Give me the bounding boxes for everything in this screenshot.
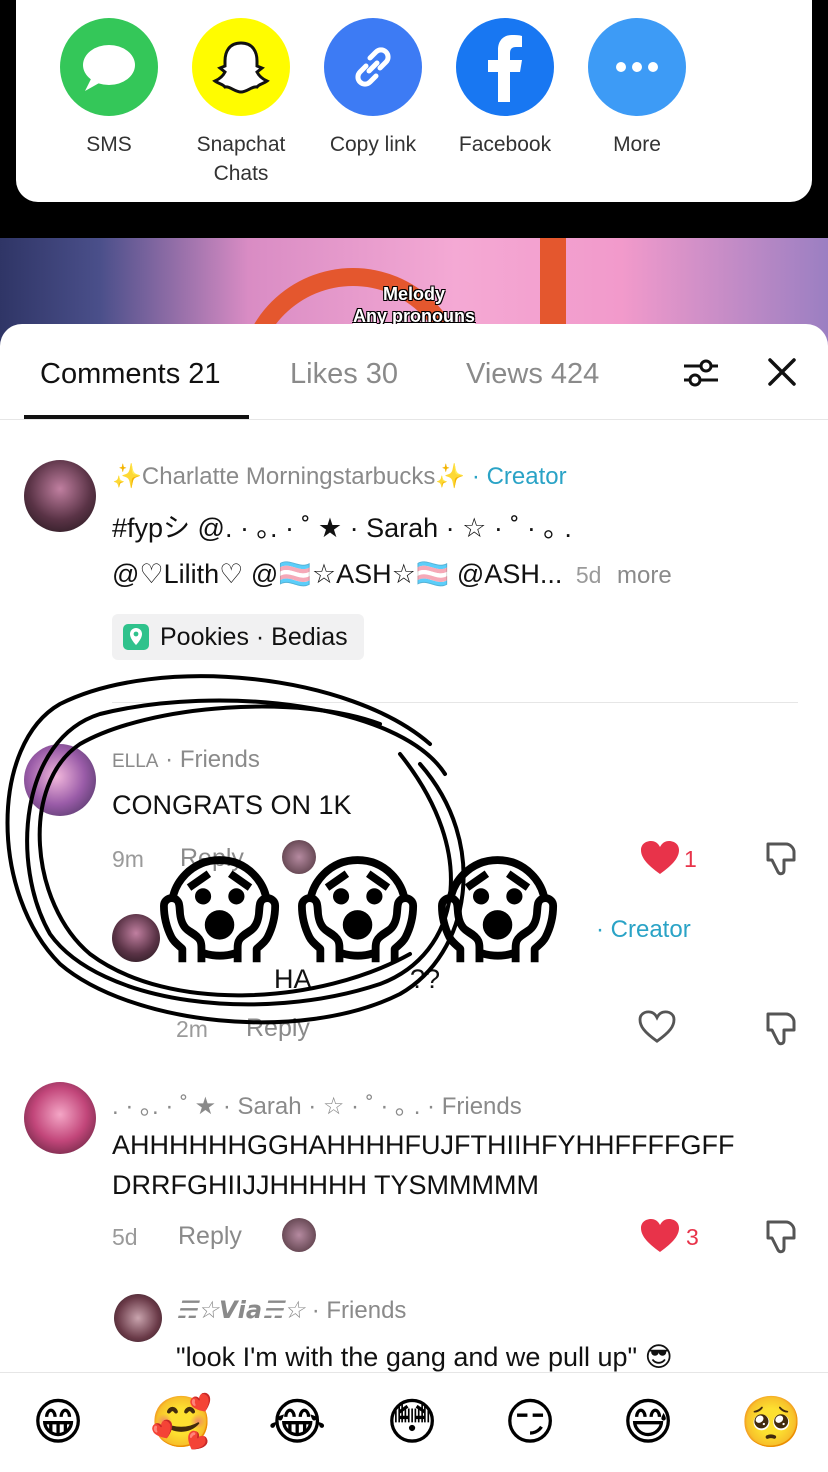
screaming-emoji-overlay: 😱 bbox=[296, 845, 420, 977]
screaming-emoji-overlay: 😱 bbox=[158, 845, 282, 977]
screaming-emoji-overlay: 😱 bbox=[436, 845, 560, 977]
share-copy-link-label: Copy link bbox=[329, 133, 417, 156]
tab-likes[interactable]: Likes 30 bbox=[290, 358, 398, 391]
emoji-hearts-button[interactable]: 🥰 bbox=[150, 1397, 212, 1447]
share-sms[interactable]: SMS bbox=[43, 18, 175, 159]
comment-time: 9m bbox=[112, 846, 144, 872]
tab-bar: Comments 21 Likes 30 Views 424 bbox=[0, 324, 828, 420]
emoji-sweat-smile-button[interactable]: 😅 bbox=[622, 1397, 674, 1447]
avatar[interactable] bbox=[24, 744, 96, 816]
avatar[interactable] bbox=[24, 1082, 96, 1154]
comment-time: 5d bbox=[112, 1224, 138, 1250]
share-facebook-label: Facebook bbox=[458, 133, 552, 156]
comment-text-line1: AHHHHHHGGHAHHHHFUJFTHIIHFYHHFFFFGFF bbox=[112, 1130, 735, 1160]
heart-filled-icon[interactable] bbox=[640, 1218, 680, 1259]
emoji-quick-bar: 😁 🥰 😂 😳 😏 😅 🥺 bbox=[0, 1372, 828, 1472]
comments-sheet: Comments 21 Likes 30 Views 424 ✨Charlatt… bbox=[0, 324, 828, 1472]
share-sms-label: SMS bbox=[86, 133, 132, 156]
emoji-smirk-button[interactable]: 😏 bbox=[504, 1397, 556, 1447]
comment-author[interactable]: ✨Charlatte Morningstarbucks✨ · Creator bbox=[112, 462, 567, 491]
emoji-grin-button[interactable]: 😁 bbox=[32, 1397, 84, 1447]
heart-outline-icon[interactable] bbox=[638, 1010, 676, 1049]
more-dots-icon bbox=[588, 18, 686, 116]
like-count: 1 bbox=[684, 846, 697, 872]
emoji-pleading-button[interactable]: 🥺 bbox=[740, 1397, 802, 1447]
comment-text: CONGRATS ON 1K bbox=[112, 790, 352, 820]
close-icon[interactable] bbox=[764, 354, 800, 395]
dislike-icon[interactable] bbox=[762, 1218, 800, 1261]
reply-button[interactable]: Reply bbox=[178, 1222, 242, 1251]
location-name: Pookies · Bedias bbox=[160, 622, 348, 651]
avatar[interactable] bbox=[114, 1294, 162, 1342]
divider bbox=[112, 702, 798, 703]
creator-liked-avatar bbox=[282, 1218, 316, 1252]
avatar[interactable] bbox=[112, 914, 160, 962]
comment-text-line1: #fypシ @. · ｡. · ˚ ★ · Sarah · ☆ · ˚ · ｡ … bbox=[112, 513, 572, 543]
comment-time: 5d bbox=[575, 562, 602, 588]
comment-time: 2m bbox=[176, 1016, 208, 1042]
creator-badge: · Creator bbox=[596, 916, 691, 943]
friends-badge: · Friends bbox=[158, 746, 260, 773]
share-copy-link[interactable]: Copy link bbox=[307, 18, 439, 159]
comment-author[interactable]: ☴☆𝙑𝙞𝙖☴☆ · Friends bbox=[176, 1296, 406, 1325]
comment-text-line2: DRRFGHIIJJHHHHH TYSMMMMM bbox=[112, 1170, 539, 1200]
reply-button[interactable]: Reply bbox=[246, 1014, 310, 1043]
friends-badge: · Friends bbox=[305, 1297, 407, 1324]
author-name: . · ｡. · ˚ ★ · Sarah · ☆ · ˚ · ｡ . bbox=[112, 1093, 421, 1120]
snapchat-ghost-icon bbox=[192, 18, 290, 116]
comment-author[interactable]: . · ｡. · ˚ ★ · Sarah · ☆ · ˚ · ｡ . · Fri… bbox=[112, 1086, 522, 1121]
dislike-icon[interactable] bbox=[762, 1010, 800, 1053]
location-tag[interactable]: Pookies · Bedias bbox=[112, 614, 364, 660]
creator-badge: · Creator bbox=[465, 463, 567, 490]
share-snapchat[interactable]: Snapchat Chats bbox=[175, 18, 307, 188]
friends-badge: · Friends bbox=[420, 1093, 522, 1120]
tab-comments[interactable]: Comments 21 bbox=[40, 358, 221, 391]
comment-text: "look I'm with the gang and we pull up" … bbox=[176, 1342, 673, 1372]
author-name: ELLA bbox=[112, 751, 159, 772]
tab-active-underline bbox=[24, 415, 249, 419]
author-name: ✨Charlatte Morningstarbucks✨ bbox=[112, 463, 466, 490]
tab-views[interactable]: Views 424 bbox=[466, 358, 599, 391]
location-pin-icon bbox=[123, 624, 149, 650]
more-link[interactable]: more bbox=[617, 562, 672, 589]
heart-filled-icon[interactable] bbox=[640, 840, 680, 881]
facebook-icon bbox=[456, 18, 554, 116]
share-facebook[interactable]: Facebook bbox=[439, 18, 571, 159]
video-caption-line1: Melody bbox=[382, 284, 445, 304]
share-more[interactable]: More bbox=[571, 18, 703, 159]
share-sheet: SMS Snapchat Chats Copy link Facebook Mo… bbox=[16, 0, 812, 202]
comment-text-line2: @♡Lilith♡ @🏳️‍⚧️☆ASH☆🏳️‍⚧️ @ASH... 5d mo… bbox=[112, 558, 672, 590]
share-snapchat-label: Snapchat Chats bbox=[196, 133, 286, 185]
emoji-laugh-button[interactable]: 😂 bbox=[268, 1397, 326, 1447]
filter-sliders-icon[interactable] bbox=[682, 354, 720, 397]
like-count: 3 bbox=[686, 1224, 699, 1250]
author-name: ☴☆𝙑𝙞𝙖☴☆ bbox=[176, 1296, 306, 1324]
emoji-flushed-button[interactable]: 😳 bbox=[386, 1397, 438, 1447]
comment-author[interactable]: ELLA · Friends bbox=[112, 746, 260, 774]
comment-mentions[interactable]: @♡Lilith♡ @🏳️‍⚧️☆ASH☆🏳️‍⚧️ @ASH... bbox=[112, 559, 562, 589]
avatar[interactable] bbox=[24, 460, 96, 532]
dislike-icon[interactable] bbox=[762, 840, 800, 883]
share-more-label: More bbox=[613, 133, 661, 156]
link-icon bbox=[324, 18, 422, 116]
speech-bubble-icon bbox=[60, 18, 158, 116]
